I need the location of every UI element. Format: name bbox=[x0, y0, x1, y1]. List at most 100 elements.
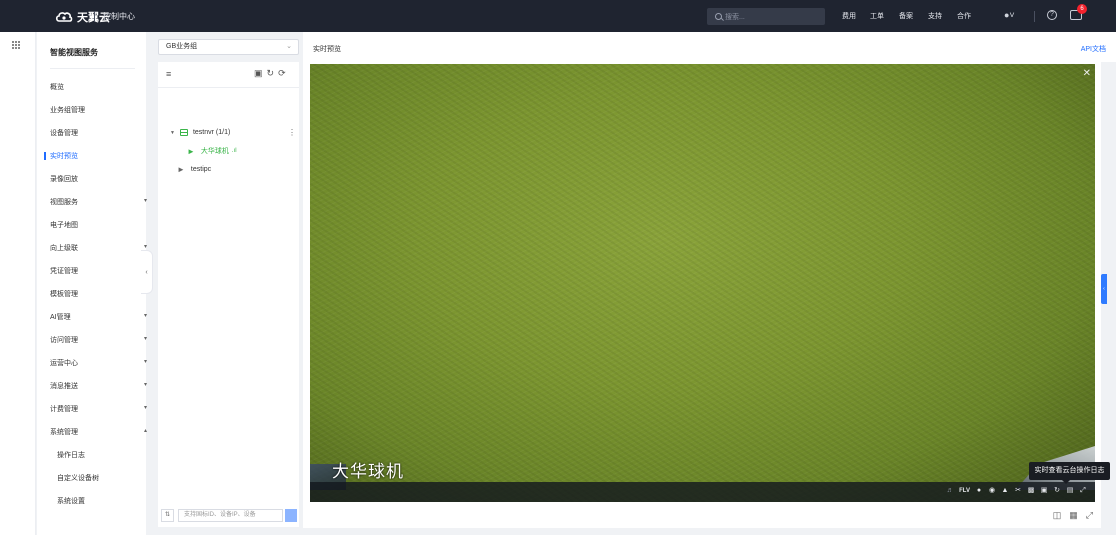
nav-support[interactable]: 支持 bbox=[928, 11, 942, 21]
sidebar-subitem-custom-tree[interactable]: 自定义设备树 bbox=[57, 473, 147, 485]
device-tree: ≡ ▣↻⟳ ▼ testnvr (1/1) ► 大华球机 .ıl ► testi… bbox=[158, 62, 299, 527]
nav-billing[interactable]: 费用 bbox=[842, 11, 856, 21]
sidebar-subitem-logs[interactable]: 操作日志 bbox=[57, 450, 147, 462]
sidebar-item-label: 概览 bbox=[50, 84, 64, 91]
history-icon[interactable]: ↻ bbox=[267, 68, 279, 78]
main-header: 实时预览 API文档 bbox=[303, 32, 1116, 62]
sidebar-item-label: 消息推送 bbox=[50, 383, 78, 390]
cloud-logo-icon bbox=[55, 12, 73, 22]
snapshot-icon[interactable]: ▩ bbox=[1027, 487, 1035, 495]
close-icon[interactable]: ✕ bbox=[1083, 68, 1091, 79]
api-docs-link[interactable]: API文档 bbox=[1081, 44, 1106, 54]
filter-icon[interactable]: ⇅ bbox=[161, 508, 174, 522]
product-rail bbox=[0, 32, 36, 535]
group-select-value: GB业务组 bbox=[166, 43, 198, 50]
brand-logo[interactable]: 天翼云 bbox=[55, 9, 110, 25]
sidebar-item-system[interactable]: 系统管理 ▴ bbox=[50, 427, 147, 439]
active-indicator bbox=[44, 152, 46, 160]
record-icon[interactable]: ▣ bbox=[1040, 487, 1048, 495]
sidebar-item-label: 计费管理 bbox=[50, 406, 78, 413]
ptz-icon[interactable]: ◉ bbox=[988, 487, 996, 495]
console-link[interactable]: 控制中心 bbox=[103, 11, 135, 22]
window-icon[interactable]: ◫ bbox=[1053, 510, 1062, 521]
cut-icon[interactable]: ✂ bbox=[1014, 487, 1022, 495]
device-panel: GB业务组 ⌄ ≡ ▣↻⟳ ▼ testnvr (1/1) ► 大华球机 .ıl… bbox=[158, 32, 300, 535]
sidebar-item-view-service[interactable]: 视图服务 ▾ bbox=[50, 197, 147, 209]
sidebar-item-label: 系统设置 bbox=[57, 498, 85, 505]
tree-node-dahua-camera[interactable]: ► 大华球机 .ıl bbox=[187, 146, 237, 156]
tooltip-arrow bbox=[1062, 480, 1070, 484]
sidebar-item-label: 视图服务 bbox=[50, 199, 78, 206]
sidebar-item-credentials[interactable]: 凭证管理▾ bbox=[50, 266, 147, 278]
speaker-icon[interactable]: ♬ bbox=[946, 487, 954, 495]
device-search-button[interactable] bbox=[285, 508, 297, 522]
video-player[interactable]: ✕ 大华球机 ♬ FLV ● ◉ ▲ ✂ ▩ ▣ ↻ ▤ ⤢ bbox=[310, 64, 1095, 502]
stream-format-button[interactable]: FLV bbox=[959, 488, 970, 494]
sidebar-item-label: 业务组管理 bbox=[50, 107, 85, 114]
sidebar-item-billing[interactable]: 计费管理 ▾ bbox=[50, 404, 147, 416]
search-icon bbox=[715, 13, 722, 20]
refresh-icon[interactable]: ⟳ bbox=[278, 68, 290, 78]
message-count-badge: 6 bbox=[1077, 4, 1087, 14]
locate-icon[interactable]: ▣ bbox=[254, 68, 267, 78]
signal-icon: .ıl bbox=[231, 148, 237, 154]
sidebar-item-label: 实时预览 bbox=[50, 153, 78, 160]
video-control-group: ♬ FLV ● ◉ ▲ ✂ ▩ ▣ ↻ ▤ ⤢ bbox=[946, 487, 1087, 495]
side-expand-tab[interactable]: ‹ bbox=[1101, 274, 1107, 304]
fullscreen-icon[interactable]: ⤢ bbox=[1086, 510, 1093, 521]
sidebar-item-label: 凭证管理 bbox=[50, 268, 78, 275]
camera-icon: ► bbox=[187, 146, 195, 156]
chevron-down-icon: ⌄ bbox=[286, 43, 292, 50]
global-search-input[interactable]: 搜索... bbox=[707, 8, 825, 25]
sidebar-item-access[interactable]: 访问管理 ▾ bbox=[50, 335, 147, 347]
sidebar-item-playback[interactable]: 录像回放 bbox=[50, 174, 140, 186]
divider bbox=[1034, 11, 1035, 22]
grid-layout-icon[interactable]: ▦ bbox=[1069, 510, 1078, 521]
sidebar-item-push[interactable]: 消息推送 ▾ bbox=[50, 381, 147, 393]
app-grid-icon[interactable] bbox=[12, 41, 20, 49]
sidebar-item-templates[interactable]: 模板管理▾ bbox=[50, 289, 147, 301]
microphone-icon[interactable]: ● bbox=[975, 487, 983, 495]
device-search-input[interactable]: 支持国标ID、设备IP、设备 bbox=[178, 508, 283, 522]
tree-node-label: 大华球机 bbox=[200, 148, 229, 155]
more-options-icon[interactable]: ⋮ bbox=[288, 128, 296, 137]
divider bbox=[158, 87, 299, 88]
nav-ticket[interactable]: 工单 bbox=[870, 11, 884, 21]
chevron-down-icon: ▾ bbox=[144, 336, 148, 342]
sidebar-item-map[interactable]: 电子地图 bbox=[50, 220, 140, 232]
caret-down-icon[interactable]: ▼ bbox=[170, 130, 175, 136]
divider bbox=[94, 11, 95, 22]
help-icon[interactable]: ? bbox=[1047, 10, 1057, 20]
chevron-down-icon: ▾ bbox=[144, 382, 148, 388]
nav-record[interactable]: 备案 bbox=[899, 11, 913, 21]
picture-icon[interactable]: ▤ bbox=[1066, 487, 1074, 495]
tree-node-label: testnvr (1/1) bbox=[192, 129, 231, 136]
tree-node-label: testipc bbox=[190, 166, 212, 173]
sidebar-collapse-button[interactable]: ‹ bbox=[141, 250, 153, 294]
video-control-bar: ♬ FLV ● ◉ ▲ ✂ ▩ ▣ ↻ ▤ ⤢ bbox=[310, 482, 1095, 502]
business-group-select[interactable]: GB业务组 ⌄ bbox=[158, 39, 299, 55]
tree-node-testnvr[interactable]: ▼ testnvr (1/1) bbox=[170, 129, 230, 136]
page-title: 实时预览 bbox=[313, 46, 341, 53]
sidebar-item-label: 系统管理 bbox=[50, 429, 78, 436]
chevron-left-icon: ‹ bbox=[145, 268, 148, 276]
nav-partner[interactable]: 合作 bbox=[957, 11, 971, 21]
search-placeholder: 搜索... bbox=[725, 13, 745, 21]
sidebar-title: 智能视图服务 bbox=[50, 48, 98, 57]
sidebar-item-overview[interactable]: 概览 bbox=[50, 82, 140, 94]
ptz-log-icon[interactable]: ↻ bbox=[1053, 487, 1061, 495]
sidebar-item-cascade[interactable]: 向上级联 ▾ bbox=[50, 243, 147, 255]
sidebar-item-live-preview[interactable]: 实时预览 bbox=[44, 151, 140, 163]
sidebar-item-business-group[interactable]: 业务组管理 bbox=[50, 105, 140, 117]
sidebar-subitem-settings[interactable]: 系统设置 bbox=[57, 496, 147, 508]
sidebar-item-operations[interactable]: 运营中心 ▾ bbox=[50, 358, 147, 370]
collapse-tree-icon[interactable]: ≡ bbox=[166, 69, 171, 79]
tree-node-testipc[interactable]: ► testipc bbox=[177, 165, 211, 174]
sidebar-item-ai[interactable]: AI管理 ▾ bbox=[50, 312, 147, 324]
sidebar-item-device-management[interactable]: 设备管理 bbox=[50, 128, 140, 140]
user-icon[interactable]: ●˅ bbox=[1004, 10, 1015, 20]
sidebar-item-label: 访问管理 bbox=[50, 337, 78, 344]
layout-toolbar: ◫ ▦ ⤢ bbox=[303, 503, 1101, 528]
lock-icon[interactable]: ▲ bbox=[1001, 487, 1009, 495]
fullscreen-icon[interactable]: ⤢ bbox=[1079, 487, 1087, 495]
